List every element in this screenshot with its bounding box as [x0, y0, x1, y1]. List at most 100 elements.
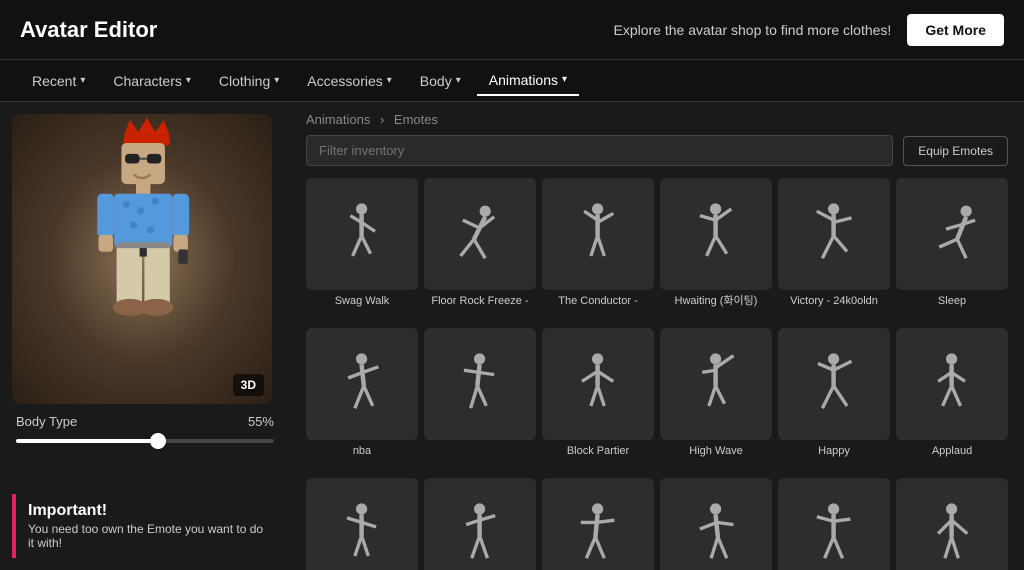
get-more-button[interactable]: Get More: [907, 14, 1004, 46]
tab-animations[interactable]: Animations ▾: [477, 66, 579, 96]
emote-happy[interactable]: Happy: [778, 328, 890, 472]
breadcrumb-separator: ›: [380, 112, 384, 127]
emote-row3-1[interactable]: [306, 478, 418, 570]
body-type-slider[interactable]: [12, 439, 278, 443]
emote-figure-icon: [446, 200, 513, 267]
notice-text: You need too own the Emote you want to d…: [28, 522, 266, 550]
emote-figure-icon: [682, 500, 749, 567]
tab-body-label: Body: [420, 73, 452, 89]
tab-clothing-label: Clothing: [219, 73, 270, 89]
emote-card: [306, 328, 418, 440]
emote-card: [778, 178, 890, 290]
emote-high-wave[interactable]: High Wave: [660, 328, 772, 472]
breadcrumb: Animations › Emotes: [306, 112, 1008, 127]
app-title: Avatar Editor: [20, 17, 157, 43]
emote-label: Happy: [818, 444, 850, 472]
promo-text: Explore the avatar shop to find more clo…: [613, 22, 891, 38]
chevron-down-icon: ▾: [80, 75, 85, 86]
tab-body[interactable]: Body ▾: [408, 67, 473, 95]
emote-card: [306, 178, 418, 290]
emote-figure-icon: [564, 200, 631, 267]
main-content: 3D Body Type 55% Important! You need too…: [0, 102, 1024, 570]
tab-characters[interactable]: Characters ▾: [101, 67, 203, 95]
emote-swag-walk[interactable]: Swag Walk: [306, 178, 418, 322]
emote-card: [542, 478, 654, 570]
emote-hwaiting[interactable]: Hwaiting (화이팅): [660, 178, 772, 322]
tab-recent[interactable]: Recent ▾: [20, 67, 97, 95]
chevron-down-icon: ▾: [387, 75, 392, 86]
emote-figure-icon: [328, 350, 395, 417]
emote-row3-5[interactable]: [778, 478, 890, 570]
emote-card: [542, 328, 654, 440]
emote-card: [660, 328, 772, 440]
emote-label: High Wave: [689, 444, 742, 472]
tab-clothing[interactable]: Clothing ▾: [207, 67, 291, 95]
emote-row3-6[interactable]: [896, 478, 1008, 570]
emote-row3-3[interactable]: [542, 478, 654, 570]
emote-figure-icon: [682, 200, 749, 267]
emote-card: [778, 478, 890, 570]
emote-applaud[interactable]: Applaud: [896, 328, 1008, 472]
avatar-3d-badge: 3D: [233, 374, 264, 396]
emote-label: Applaud: [932, 444, 972, 472]
emote-card: [424, 478, 536, 570]
chevron-down-icon: ▾: [186, 75, 191, 86]
body-type-value: 55%: [248, 414, 274, 429]
equip-emotes-button[interactable]: Equip Emotes: [903, 136, 1008, 166]
emote-card: [896, 478, 1008, 570]
left-panel: 3D Body Type 55% Important! You need too…: [0, 102, 290, 570]
emote-card: [424, 178, 536, 290]
slider-fill: [16, 439, 158, 443]
emote-figure-icon: [918, 200, 985, 267]
header-right: Explore the avatar shop to find more clo…: [613, 14, 1004, 46]
tab-accessories[interactable]: Accessories ▾: [295, 67, 404, 95]
emote-figure-icon: [918, 350, 985, 417]
emote-sleep[interactable]: Sleep: [896, 178, 1008, 322]
emote-figure-icon: [800, 200, 867, 267]
notice-title: Important!: [28, 502, 266, 520]
slider-track: [16, 439, 274, 443]
emote-card: [306, 478, 418, 570]
emote-label: nba: [353, 444, 371, 472]
emote-figure-icon: [328, 500, 395, 567]
emote-figure-icon: [564, 350, 631, 417]
emote-label: Floor Rock Freeze -: [431, 294, 528, 322]
emote-nba[interactable]: nba: [306, 328, 418, 472]
body-type-section: Body Type 55%: [12, 414, 278, 429]
chevron-down-icon: ▾: [562, 74, 567, 85]
tab-animations-label: Animations: [489, 72, 558, 88]
emote-card: [896, 178, 1008, 290]
tab-characters-label: Characters: [113, 73, 181, 89]
chevron-down-icon: ▾: [456, 75, 461, 86]
important-notice: Important! You need too own the Emote yo…: [12, 494, 278, 558]
emote-card: [778, 328, 890, 440]
emote-figure-icon: [800, 350, 867, 417]
filter-row: Equip Emotes: [306, 135, 1008, 166]
tab-recent-label: Recent: [32, 73, 76, 89]
tab-accessories-label: Accessories: [307, 73, 382, 89]
emote-label: Swag Walk: [335, 294, 390, 322]
chevron-down-icon: ▾: [274, 75, 279, 86]
emote-row3-2[interactable]: [424, 478, 536, 570]
body-type-label: Body Type: [16, 414, 77, 429]
breadcrumb-emotes[interactable]: Emotes: [394, 112, 438, 127]
emote-label: The Conductor -: [558, 294, 637, 322]
filter-input[interactable]: [306, 135, 893, 166]
emote-row3-4[interactable]: [660, 478, 772, 570]
nav-tabs: Recent ▾ Characters ▾ Clothing ▾ Accesso…: [0, 60, 1024, 102]
emote-card: [542, 178, 654, 290]
emote-figure-icon: [564, 500, 631, 567]
emote-card: [896, 328, 1008, 440]
emote-figure-icon: [918, 500, 985, 567]
slider-thumb[interactable]: [150, 433, 166, 449]
breadcrumb-animations[interactable]: Animations: [306, 112, 370, 127]
emote-label: Victory - 24k0oldn: [790, 294, 878, 322]
emote-conductor[interactable]: The Conductor -: [542, 178, 654, 322]
avatar-figure: [12, 114, 272, 404]
emote-victory[interactable]: Victory - 24k0oldn: [778, 178, 890, 322]
emote-floor-rock[interactable]: Floor Rock Freeze -: [424, 178, 536, 322]
emote-label: Hwaiting (화이팅): [675, 294, 758, 322]
emote-label: Block Partier: [567, 444, 629, 472]
emote-empty1[interactable]: [424, 328, 536, 472]
emote-block-partier[interactable]: Block Partier: [542, 328, 654, 472]
